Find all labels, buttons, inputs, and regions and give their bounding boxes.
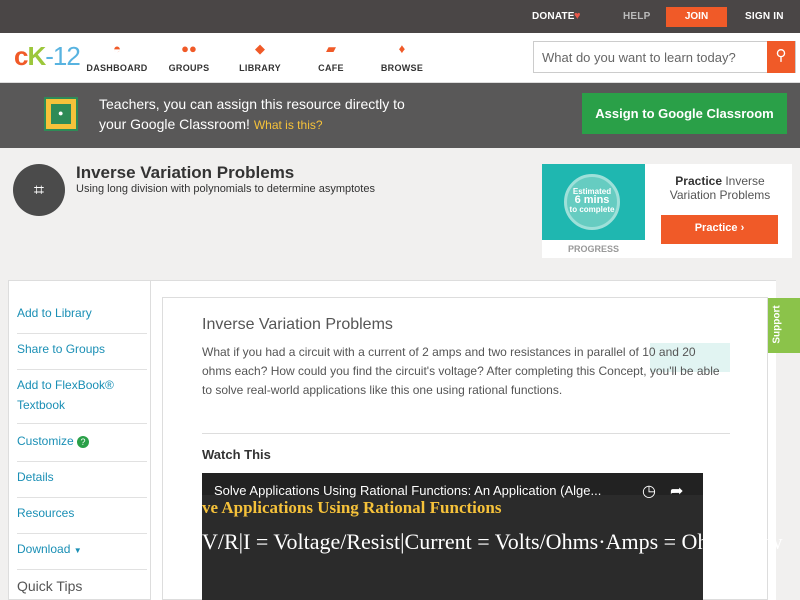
top-bar: DONATE ♥ HELP JOIN SIGN IN (0, 0, 800, 33)
caret-down-icon: ▼ (73, 546, 82, 555)
video-title[interactable]: Solve Applications Using Rational Functi… (214, 483, 601, 498)
page-title: Inverse Variation Problems (76, 163, 295, 182)
video-board-equation: V/R|I = Voltage/Resist|Current = Volts/O… (202, 529, 783, 554)
join-button[interactable]: JOIN (666, 7, 727, 27)
google-classroom-icon: ● (44, 97, 78, 131)
cafe-icon: ▰ (326, 41, 336, 56)
main-nav: cK-12 ◓ DASHBOARD ●● GROUPS ◆ LIBRARY ▰ CAFE… (0, 33, 800, 83)
help-link[interactable]: HELP (623, 11, 650, 22)
progress-label: PROGRESS (542, 240, 645, 258)
quick-tips[interactable]: Quick Tips (17, 578, 82, 594)
help-icon[interactable]: ? (77, 436, 90, 448)
concept-header: ⌗ Inverse Variation Problems Using long … (0, 148, 800, 258)
video-player[interactable]: ve Applications Using Rational Functions… (202, 473, 783, 600)
sidebar-add-to-library[interactable]: Add to Library (17, 303, 147, 334)
donate-link[interactable]: DONATE (532, 11, 575, 22)
sidebar-resources[interactable]: Resources (17, 503, 147, 534)
google-classroom-banner: ● Teachers, you can assign this resource… (0, 83, 800, 148)
sidebar-add-to-flexbook[interactable]: Add to FlexBook® Textbook (17, 375, 147, 424)
library-icon: ◆ (255, 41, 265, 56)
nav-browse[interactable]: ♦ BROWSE (367, 41, 437, 73)
article-title: Inverse Variation Problems (202, 316, 393, 333)
sidebar-details[interactable]: Details (17, 467, 147, 498)
banner-text: Teachers, you can assign this resource d… (99, 96, 405, 132)
what-is-this-link[interactable]: What is this? (254, 118, 323, 132)
practice-title: Practice Inverse Variation Problems (669, 174, 771, 202)
share-icon[interactable]: ➦ (670, 481, 683, 501)
watch-later-icon[interactable]: ◷ (642, 481, 656, 501)
page-subtitle: Using long division with polynomials to … (76, 183, 375, 195)
sidebar-download[interactable]: Download ▼ (17, 539, 147, 570)
divider (202, 433, 730, 434)
nav-library[interactable]: ◆ LIBRARY (225, 41, 295, 73)
sidebar: Add to Library Share to Groups Add to Fl… (8, 280, 151, 600)
video-board-heading: ve Applications Using Rational Functions (202, 498, 502, 517)
watch-this-heading: Watch This (202, 447, 271, 462)
search-box: ⚲ (533, 41, 796, 73)
article-text: What if you had a circuit with a current… (202, 345, 720, 397)
support-tab[interactable]: Support (768, 298, 800, 353)
progress-ring: Estimated 6 mins to complete (564, 174, 620, 230)
nav-dashboard[interactable]: ◓ DASHBOARD (82, 41, 152, 73)
search-icon: ⚲ (775, 47, 787, 64)
progress-panel: Estimated 6 mins to complete PROGRESS (542, 164, 645, 258)
chevron-right-icon: › (740, 222, 745, 234)
nav-cafe[interactable]: ▰ CAFE (296, 41, 366, 73)
heart-icon: ♥ (574, 10, 581, 22)
sidebar-share-to-groups[interactable]: Share to Groups (17, 339, 147, 370)
practice-button[interactable]: Practice › (661, 215, 778, 244)
nav-groups[interactable]: ●● GROUPS (154, 41, 224, 73)
practice-card: Estimated 6 mins to complete PROGRESS Pr… (542, 164, 792, 258)
video-frame: ve Applications Using Rational Functions… (202, 495, 783, 600)
ck12-logo[interactable]: cK-12 (14, 41, 81, 72)
sign-in-link[interactable]: SIGN IN (745, 11, 784, 22)
groups-icon: ●● (181, 41, 197, 56)
assign-google-classroom-button[interactable]: Assign to Google Classroom (582, 93, 787, 134)
search-button[interactable]: ⚲ (767, 41, 795, 73)
search-input[interactable] (534, 42, 766, 72)
dashboard-icon: ◓ (113, 41, 121, 56)
sidebar-customize[interactable]: Customize ? (17, 431, 147, 462)
graph-icon: ⌗ (13, 164, 65, 216)
browse-icon: ♦ (398, 41, 406, 56)
